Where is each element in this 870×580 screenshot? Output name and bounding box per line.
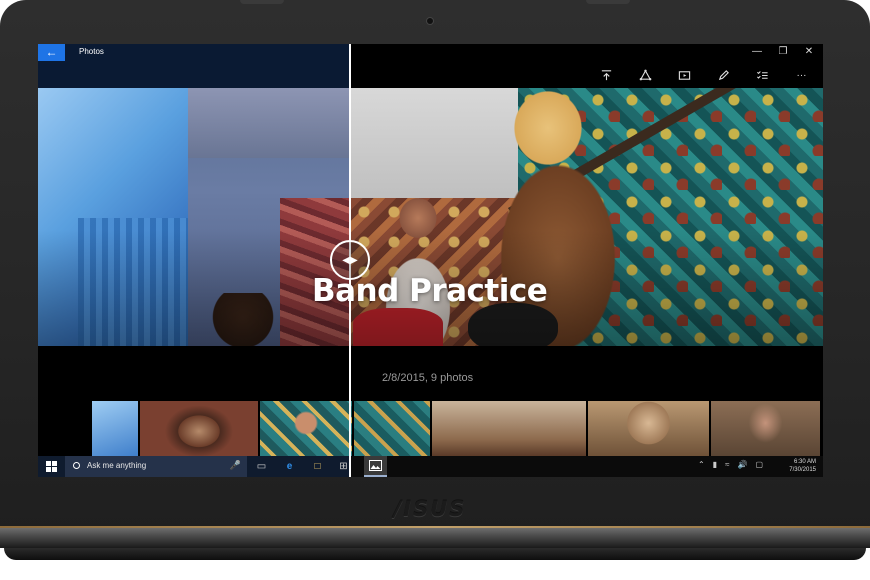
enhance-icon <box>639 69 652 80</box>
microphone-icon[interactable]: 🎤 <box>230 460 241 471</box>
photos-icon <box>369 460 382 471</box>
file-explorer-icon[interactable]: □ <box>310 459 325 474</box>
thumbnail[interactable] <box>432 401 586 456</box>
album-meta: 2/8/2015, 9 photos <box>382 372 474 384</box>
wifi-icon[interactable]: ≈ <box>725 460 729 469</box>
action-center-icon[interactable]: ▢ <box>755 460 763 469</box>
thumbnail[interactable] <box>92 401 138 456</box>
titlebar-left: ← Photos <box>38 44 350 88</box>
screen: ← Photos — ❐ ✕ ··· Band Practice 2/8/201… <box>38 44 823 477</box>
clock-time: 6:30 AM <box>793 459 816 465</box>
more-button[interactable]: ··· <box>782 66 821 84</box>
slideshow-icon <box>678 70 691 80</box>
thumbnail[interactable] <box>354 401 430 456</box>
thumbnail[interactable] <box>260 401 352 456</box>
maximize-icon[interactable]: ❐ <box>777 46 789 57</box>
select-button[interactable] <box>743 66 782 84</box>
system-tray: ⌃ ▮ ≈ 🔊 ▢ <box>698 460 763 469</box>
more-icon: ··· <box>796 69 807 81</box>
toolbar: ··· <box>587 66 821 84</box>
window-controls: — ❐ ✕ <box>751 46 815 57</box>
windows-start-icon[interactable] <box>46 461 57 472</box>
clock[interactable]: 6:30 AM 7/30/2015 <box>789 458 816 474</box>
thumbnail[interactable] <box>588 401 709 456</box>
brand-logo: /ISUS <box>385 497 475 521</box>
slideshow-button[interactable] <box>665 66 704 84</box>
lid-bump <box>586 0 630 4</box>
taskbar: Ask me anything 🎤 ▭ e □ ⊞ ⌃ ▮ ≈ 🔊 ▢ 6:30… <box>38 456 823 477</box>
laptop-foot <box>4 548 866 560</box>
close-icon[interactable]: ✕ <box>803 46 815 57</box>
back-arrow-icon: ← <box>45 45 58 59</box>
thumbnail-strip <box>92 401 820 456</box>
enhance-button[interactable] <box>626 66 665 84</box>
thumbnail[interactable] <box>711 401 820 456</box>
thumbnail[interactable] <box>140 401 258 456</box>
select-icon <box>757 70 768 79</box>
volume-icon[interactable]: 🔊 <box>737 460 747 469</box>
cortana-icon <box>73 462 80 469</box>
share-button[interactable] <box>587 66 626 84</box>
webcam-icon <box>427 18 433 24</box>
share-icon <box>601 69 612 80</box>
brand-logo-text: /ISUS <box>393 497 467 521</box>
edit-button[interactable] <box>704 66 743 84</box>
app-title: Photos <box>79 47 104 56</box>
edge-icon[interactable]: e <box>282 459 297 474</box>
drag-arrows-icon: ◀▶ <box>342 254 358 266</box>
clock-date: 7/30/2015 <box>789 467 816 473</box>
edit-icon <box>718 69 729 80</box>
search-placeholder: Ask me anything <box>87 461 147 470</box>
laptop-base <box>0 528 870 548</box>
titlebar-right: — ❐ ✕ ··· <box>350 44 823 88</box>
photos-taskbar-button[interactable] <box>364 456 387 477</box>
back-button[interactable]: ← <box>38 44 65 61</box>
task-view-icon[interactable]: ▭ <box>254 459 269 474</box>
comparison-handle[interactable]: ◀▶ <box>330 240 370 280</box>
lid-bump <box>240 0 284 4</box>
chevron-up-icon[interactable]: ⌃ <box>698 460 705 469</box>
battery-icon[interactable]: ▮ <box>713 460 717 469</box>
minimize-icon[interactable]: — <box>751 46 763 57</box>
search-input[interactable]: Ask me anything 🎤 <box>65 456 247 477</box>
